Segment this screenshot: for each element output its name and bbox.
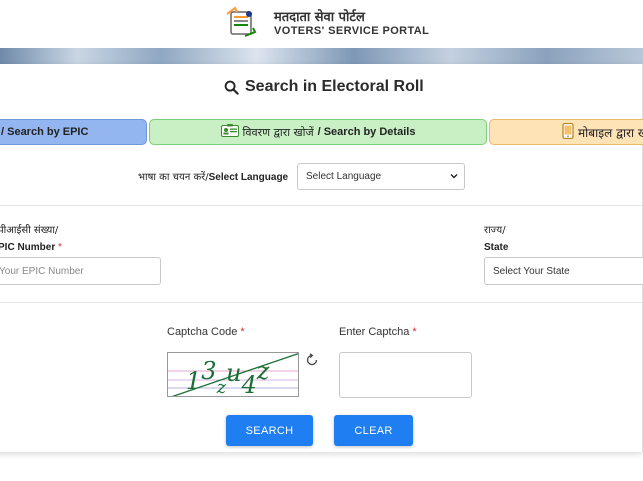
chevron-down-icon (450, 174, 458, 179)
header-banner (0, 48, 643, 64)
clear-button[interactable]: CLEAR (334, 415, 413, 446)
page-heading: Search in Electoral Roll (245, 78, 424, 95)
epic-label: पीआईसी संख्या/ PIC Number * (0, 222, 62, 256)
tab-search-by-details[interactable]: विवरण द्वारा खोजें / Search by Details (149, 119, 487, 145)
refresh-captcha-icon[interactable] (305, 353, 319, 367)
tab-label-hindi: मोबाइल द्वारा ख (578, 125, 643, 140)
language-label-hindi: भाषा का चयन करें/ (138, 172, 209, 183)
search-button[interactable]: SEARCH (226, 415, 313, 446)
state-select-value: Select Your State (493, 265, 570, 277)
required-mark: * (58, 242, 62, 253)
language-select[interactable]: Select Language (297, 163, 465, 190)
enter-captcha-label: Enter Captcha * (339, 326, 417, 338)
state-label: राज्य/ State (484, 222, 508, 256)
portal-title: VOTERS' SERVICE PORTAL (274, 25, 430, 37)
language-label: भाषा का चयन करें/Select Language (138, 169, 288, 183)
epic-label-english: PIC Number (0, 242, 56, 253)
language-label-english: Select Language (208, 172, 289, 183)
section-divider (0, 302, 642, 303)
portal-title-hindi: मतदाता सेवा पोर्टल (274, 10, 365, 25)
captcha-input[interactable] (339, 352, 472, 398)
epic-placeholder: Your EPIC Number (0, 265, 84, 277)
language-select-value: Select Language (306, 171, 382, 182)
search-icon (224, 80, 239, 95)
captcha-code-label-text: Captcha Code (167, 326, 238, 338)
epic-label-hindi: पीआईसी संख्या/ (0, 225, 59, 236)
id-card-icon (220, 124, 239, 140)
captcha-image: 13zu4z (167, 352, 299, 397)
state-label-english: State (484, 242, 509, 253)
tab-search-by-mobile[interactable]: मोबाइल द्वारा ख (489, 119, 643, 145)
site-header: मतदाता सेवा पोर्टल VOTERS' SERVICE PORTA… (0, 0, 643, 48)
state-select[interactable]: Select Your State (484, 257, 643, 285)
eci-logo-icon (223, 6, 259, 40)
tab-label: / Search by Details (317, 126, 416, 138)
mobile-phone-icon (562, 122, 574, 142)
tab-label-hindi: विवरण द्वारा खोजें (242, 125, 314, 139)
section-divider (0, 205, 642, 206)
tab-label: / Search by EPIC (1, 126, 89, 138)
enter-captcha-label-text: Enter Captcha (339, 326, 410, 338)
required-mark: * (240, 326, 245, 338)
captcha-code-label: Captcha Code * (167, 326, 245, 338)
state-label-hindi: राज्य/ (484, 225, 506, 236)
required-mark: * (412, 326, 417, 338)
page-title: Search in Electoral Roll (224, 78, 424, 96)
epic-number-input[interactable]: Your EPIC Number (0, 257, 161, 285)
tab-search-by-epic[interactable]: / Search by EPIC (0, 119, 147, 145)
